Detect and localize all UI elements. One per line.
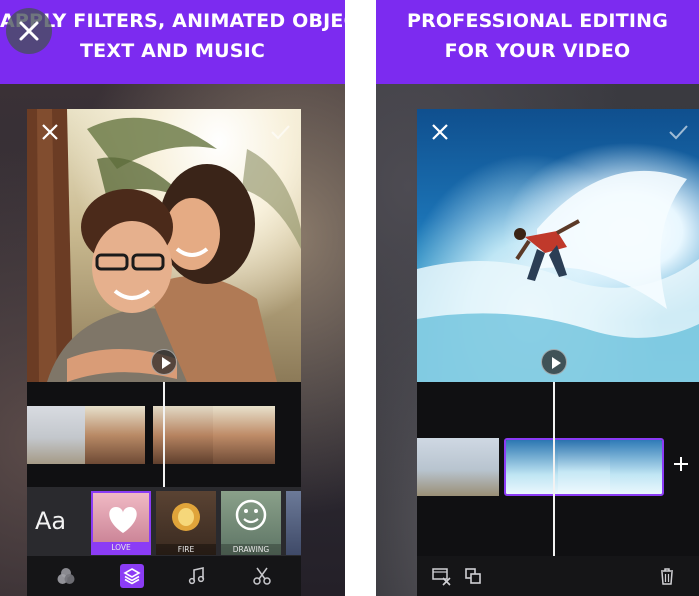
clip-frame — [27, 406, 85, 464]
clip-frame — [558, 440, 610, 494]
scissors-icon[interactable] — [252, 566, 272, 586]
clip-frame — [213, 406, 275, 464]
surfer-video-preview — [417, 109, 699, 382]
duplicate-icon[interactable] — [463, 566, 483, 586]
left-bottom-toolbar — [27, 556, 301, 596]
surfer-photo-art — [417, 170, 699, 382]
close-icon[interactable] — [39, 121, 61, 143]
effect-label-fire: FIRE — [156, 544, 216, 555]
smiley-icon — [235, 499, 267, 531]
trash-icon[interactable] — [657, 566, 677, 586]
confirm-check-icon[interactable] — [667, 121, 689, 143]
timeline-clip-selected[interactable] — [504, 438, 664, 496]
playhead[interactable] — [163, 382, 165, 487]
overlay-close-button[interactable] — [6, 8, 52, 54]
right-caption-line1: PROFESSIONAL EDITING — [406, 10, 669, 32]
effect-tile-love[interactable]: LOVE — [91, 491, 151, 555]
music-icon[interactable] — [187, 566, 207, 586]
close-icon — [19, 21, 39, 41]
right-bottom-toolbar — [417, 556, 699, 596]
couple-photo-art — [27, 109, 301, 382]
filters-icon[interactable] — [56, 566, 76, 586]
right-caption-line2: FOR YOUR VIDEO — [444, 40, 631, 62]
add-clip-plus-icon[interactable] — [673, 456, 689, 472]
couple-photo-preview — [27, 109, 301, 382]
transition-icon[interactable] — [431, 566, 451, 586]
clip-frame — [85, 406, 145, 464]
timeline-clip[interactable] — [27, 406, 275, 464]
timeline-clip[interactable] — [417, 438, 499, 496]
clip-gap — [145, 406, 153, 464]
left-promo-panel: APPLY FILTERS, ANIMATED OBJECTS, TEXT AN… — [0, 0, 345, 596]
text-tool-label[interactable]: Aa — [35, 507, 83, 535]
play-button[interactable] — [541, 349, 567, 375]
clip-frame — [153, 406, 213, 464]
playhead[interactable] — [553, 382, 555, 557]
right-timeline[interactable] — [417, 382, 699, 557]
clip-frame — [610, 440, 662, 494]
layers-icon[interactable] — [120, 564, 144, 588]
play-button[interactable] — [151, 349, 177, 375]
right-phone-screen — [417, 109, 699, 596]
effect-tile-partial[interactable] — [286, 491, 301, 555]
left-caption-line2: TEXT AND MUSIC — [80, 40, 265, 62]
right-caption: PROFESSIONAL EDITING FOR YOUR VIDEO — [376, 6, 699, 66]
left-phone-screen: Aa LOVE FIRE DRAWING — [27, 109, 301, 596]
close-icon[interactable] — [429, 121, 451, 143]
confirm-check-icon[interactable] — [269, 121, 291, 143]
effects-strip: Aa LOVE FIRE DRAWING — [27, 487, 301, 556]
effect-label-drawing: DRAWING — [221, 544, 281, 555]
clip-frame — [417, 438, 499, 496]
effect-tile-drawing[interactable]: DRAWING — [221, 491, 281, 555]
left-caption: APPLY FILTERS, ANIMATED OBJECTS, TEXT AN… — [0, 6, 345, 66]
effect-tile-fire[interactable]: FIRE — [156, 491, 216, 555]
heart-icon — [109, 507, 137, 533]
fire-icon — [172, 503, 200, 531]
effect-label-love: LOVE — [93, 542, 149, 553]
right-promo-panel: PROFESSIONAL EDITING FOR YOUR VIDEO — [376, 0, 699, 596]
clip-frame — [506, 440, 558, 494]
